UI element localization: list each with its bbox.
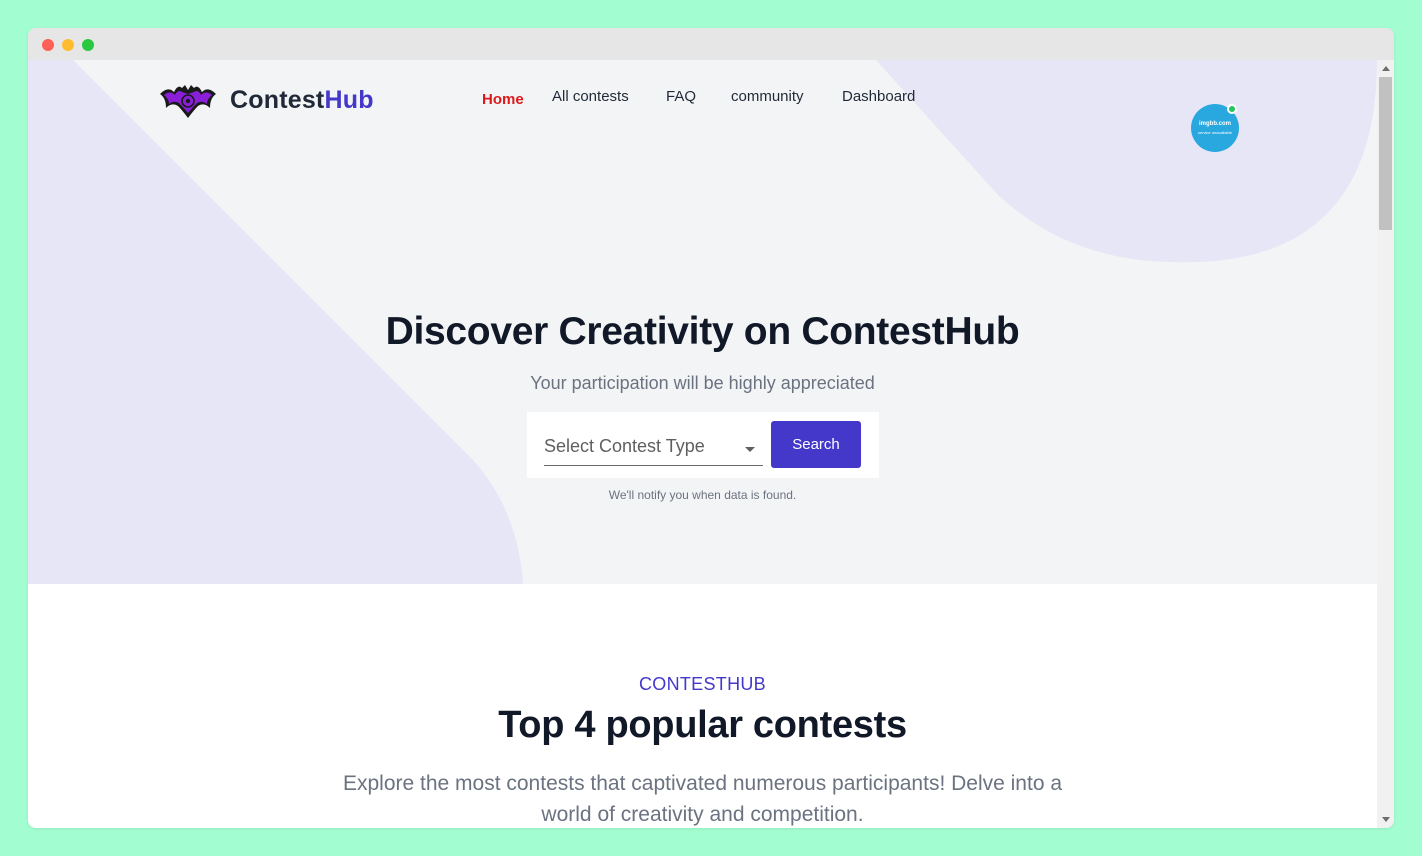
main-nav: Home All contests FAQ community Dashboar… <box>28 88 1377 112</box>
online-status-badge <box>1227 104 1237 114</box>
contest-search-form: Select Contest Type Search <box>527 412 879 478</box>
caret-down-icon <box>745 447 755 452</box>
nav-item-dashboard[interactable]: Dashboard <box>842 88 915 105</box>
nav-item-community[interactable]: community <box>731 88 804 105</box>
nav-item-all-contests[interactable]: All contests <box>552 88 629 105</box>
browser-window: ContestHub Home All contests FAQ communi… <box>28 28 1394 828</box>
avatar-image-subtext: service unavailable <box>1197 130 1233 135</box>
section-description: Explore the most contests that captivate… <box>342 772 1063 826</box>
close-window-button[interactable] <box>42 39 54 51</box>
section-kicker: CONTESTHUB <box>638 674 766 694</box>
hero-section: ContestHub Home All contests FAQ communi… <box>28 60 1377 584</box>
search-button[interactable]: Search <box>771 421 861 468</box>
hero-title: Discover Creativity on ContestHub <box>385 310 1020 353</box>
page-viewport: ContestHub Home All contests FAQ communi… <box>28 60 1377 828</box>
scrollbar-thumb[interactable] <box>1379 77 1392 230</box>
search-helper-text: We'll notify you when data is found. <box>608 488 797 502</box>
vertical-scrollbar[interactable] <box>1377 60 1394 828</box>
maximize-window-button[interactable] <box>82 39 94 51</box>
minimize-window-button[interactable] <box>62 39 74 51</box>
hero-subtitle: Your participation will be highly apprec… <box>530 373 875 393</box>
section-title: Top 4 popular contests <box>498 704 907 746</box>
contest-type-select[interactable]: Select Contest Type <box>544 432 763 466</box>
contest-type-select-placeholder: Select Contest Type <box>544 436 705 456</box>
window-titlebar <box>28 28 1394 60</box>
nav-item-home[interactable]: Home <box>482 91 524 108</box>
avatar-image-text: imgbb.com <box>1198 121 1231 127</box>
scroll-up-arrow-icon[interactable] <box>1382 66 1390 71</box>
nav-item-faq[interactable]: FAQ <box>666 88 696 105</box>
scroll-down-arrow-icon[interactable] <box>1382 817 1390 822</box>
